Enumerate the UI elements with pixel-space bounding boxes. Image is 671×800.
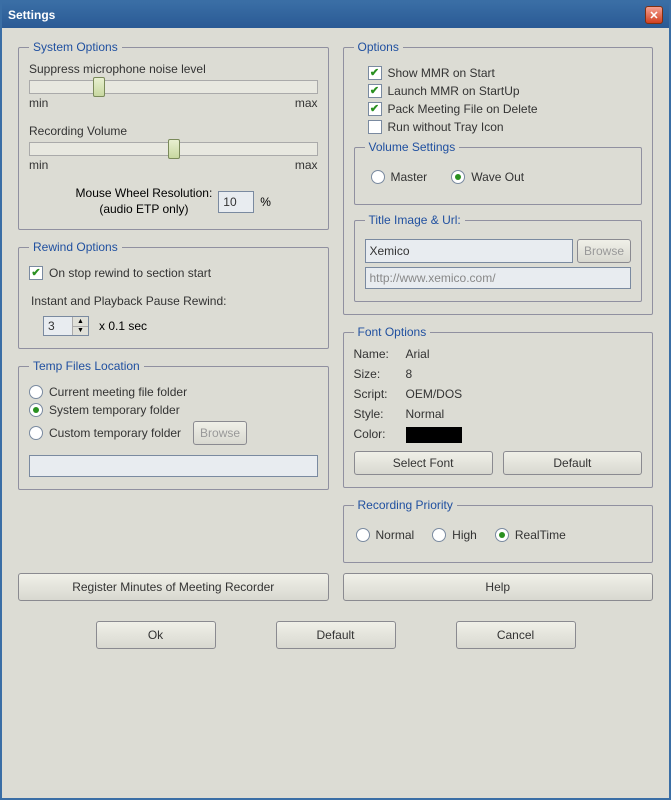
window-title: Settings bbox=[8, 8, 55, 22]
temp-path-input[interactable] bbox=[29, 455, 318, 477]
spinner-down-icon[interactable]: ▼ bbox=[72, 327, 88, 336]
mouse-wheel-input[interactable] bbox=[218, 191, 254, 213]
font-style-value: Normal bbox=[406, 407, 643, 421]
spinner-up-icon[interactable]: ▲ bbox=[72, 317, 88, 327]
slider-thumb-icon[interactable] bbox=[93, 77, 105, 97]
instant-rewind-label: Instant and Playback Pause Rewind: bbox=[31, 294, 318, 308]
temp-files-group: Temp Files Location Current meeting file… bbox=[18, 359, 329, 490]
options-legend: Options bbox=[354, 40, 403, 54]
radio-icon bbox=[495, 528, 509, 542]
register-button[interactable]: Register Minutes of Meeting Recorder bbox=[18, 573, 329, 601]
font-options-legend: Font Options bbox=[354, 325, 431, 339]
temp-files-legend: Temp Files Location bbox=[29, 359, 144, 373]
temp-custom-folder-radio[interactable]: Custom temporary folder Browse bbox=[29, 421, 318, 445]
volume-master-radio[interactable]: Master bbox=[371, 170, 428, 184]
rewind-options-group: Rewind Options ✔ On stop rewind to secti… bbox=[18, 240, 329, 349]
font-options-group: Font Options Name: Arial Size: 8 Script:… bbox=[343, 325, 654, 488]
checkbox-icon: ✔ bbox=[29, 266, 43, 280]
recording-volume-slider[interactable] bbox=[29, 142, 318, 156]
max-label: max bbox=[295, 96, 318, 110]
checkbox-icon: ✔ bbox=[368, 66, 382, 80]
volume-settings-legend: Volume Settings bbox=[365, 140, 460, 154]
title-image-group: Title Image & Url: Browse bbox=[354, 213, 643, 302]
max-label: max bbox=[295, 158, 318, 172]
titlebar: Settings ✕ bbox=[2, 2, 669, 28]
radio-icon bbox=[29, 403, 43, 417]
select-font-button[interactable]: Select Font bbox=[354, 451, 493, 475]
cancel-button[interactable]: Cancel bbox=[456, 621, 576, 649]
font-color-key: Color: bbox=[354, 427, 406, 443]
title-name-input[interactable] bbox=[365, 239, 573, 263]
title-url-input[interactable] bbox=[365, 267, 632, 289]
close-icon[interactable]: ✕ bbox=[645, 6, 663, 24]
font-script-value: OEM/DOS bbox=[406, 387, 643, 401]
title-browse-button[interactable]: Browse bbox=[577, 239, 631, 263]
font-color-swatch bbox=[406, 427, 462, 443]
mouse-wheel-label: Mouse Wheel Resolution: (audio ETP only) bbox=[76, 186, 213, 217]
radio-icon bbox=[432, 528, 446, 542]
rewind-legend: Rewind Options bbox=[29, 240, 122, 254]
radio-icon bbox=[451, 170, 465, 184]
options-group: Options ✔ Show MMR on Start ✔ Launch MMR… bbox=[343, 40, 654, 315]
volume-waveout-radio[interactable]: Wave Out bbox=[451, 170, 524, 184]
recording-priority-group: Recording Priority Normal High RealTi bbox=[343, 498, 654, 563]
temp-system-folder-radio[interactable]: System temporary folder bbox=[29, 403, 318, 417]
radio-icon bbox=[29, 385, 43, 399]
rewind-value-spinner[interactable]: ▲ ▼ bbox=[43, 316, 89, 336]
priority-realtime-radio[interactable]: RealTime bbox=[495, 528, 566, 542]
font-name-value: Arial bbox=[406, 347, 643, 361]
rewind-value-input[interactable] bbox=[44, 317, 72, 335]
system-options-legend: System Options bbox=[29, 40, 122, 54]
slider-thumb-icon[interactable] bbox=[168, 139, 180, 159]
no-tray-checkbox[interactable]: Run without Tray Icon bbox=[368, 120, 643, 134]
show-mmr-checkbox[interactable]: ✔ Show MMR on Start bbox=[368, 66, 643, 80]
checkbox-icon bbox=[368, 120, 382, 134]
ok-button[interactable]: Ok bbox=[96, 621, 216, 649]
priority-high-radio[interactable]: High bbox=[432, 528, 477, 542]
launch-mmr-checkbox[interactable]: ✔ Launch MMR on StartUp bbox=[368, 84, 643, 98]
temp-current-folder-radio[interactable]: Current meeting file folder bbox=[29, 385, 318, 399]
volume-settings-group: Volume Settings Master Wave Out bbox=[354, 140, 643, 205]
font-size-value: 8 bbox=[406, 367, 643, 381]
suppress-noise-slider[interactable] bbox=[29, 80, 318, 94]
font-size-key: Size: bbox=[354, 367, 406, 381]
title-image-legend: Title Image & Url: bbox=[365, 213, 465, 227]
checkbox-icon: ✔ bbox=[368, 102, 382, 116]
percent-label: % bbox=[260, 195, 271, 209]
suppress-noise-label: Suppress microphone noise level bbox=[29, 62, 318, 76]
rewind-unit-label: x 0.1 sec bbox=[99, 319, 147, 333]
settings-window: Settings ✕ System Options Suppress micro… bbox=[0, 0, 671, 800]
default-button[interactable]: Default bbox=[276, 621, 396, 649]
on-stop-rewind-checkbox[interactable]: ✔ On stop rewind to section start bbox=[29, 266, 318, 280]
recording-volume-label: Recording Volume bbox=[29, 124, 318, 138]
min-label: min bbox=[29, 158, 48, 172]
pack-file-checkbox[interactable]: ✔ Pack Meeting File on Delete bbox=[368, 102, 643, 116]
font-script-key: Script: bbox=[354, 387, 406, 401]
content: System Options Suppress microphone noise… bbox=[2, 28, 669, 798]
radio-icon bbox=[371, 170, 385, 184]
temp-browse-button[interactable]: Browse bbox=[193, 421, 247, 445]
recording-priority-legend: Recording Priority bbox=[354, 498, 457, 512]
font-name-key: Name: bbox=[354, 347, 406, 361]
radio-icon bbox=[29, 426, 43, 440]
checkbox-icon: ✔ bbox=[368, 84, 382, 98]
min-label: min bbox=[29, 96, 48, 110]
radio-icon bbox=[356, 528, 370, 542]
font-default-button[interactable]: Default bbox=[503, 451, 642, 475]
font-style-key: Style: bbox=[354, 407, 406, 421]
priority-normal-radio[interactable]: Normal bbox=[356, 528, 415, 542]
help-button[interactable]: Help bbox=[343, 573, 654, 601]
system-options-group: System Options Suppress microphone noise… bbox=[18, 40, 329, 230]
